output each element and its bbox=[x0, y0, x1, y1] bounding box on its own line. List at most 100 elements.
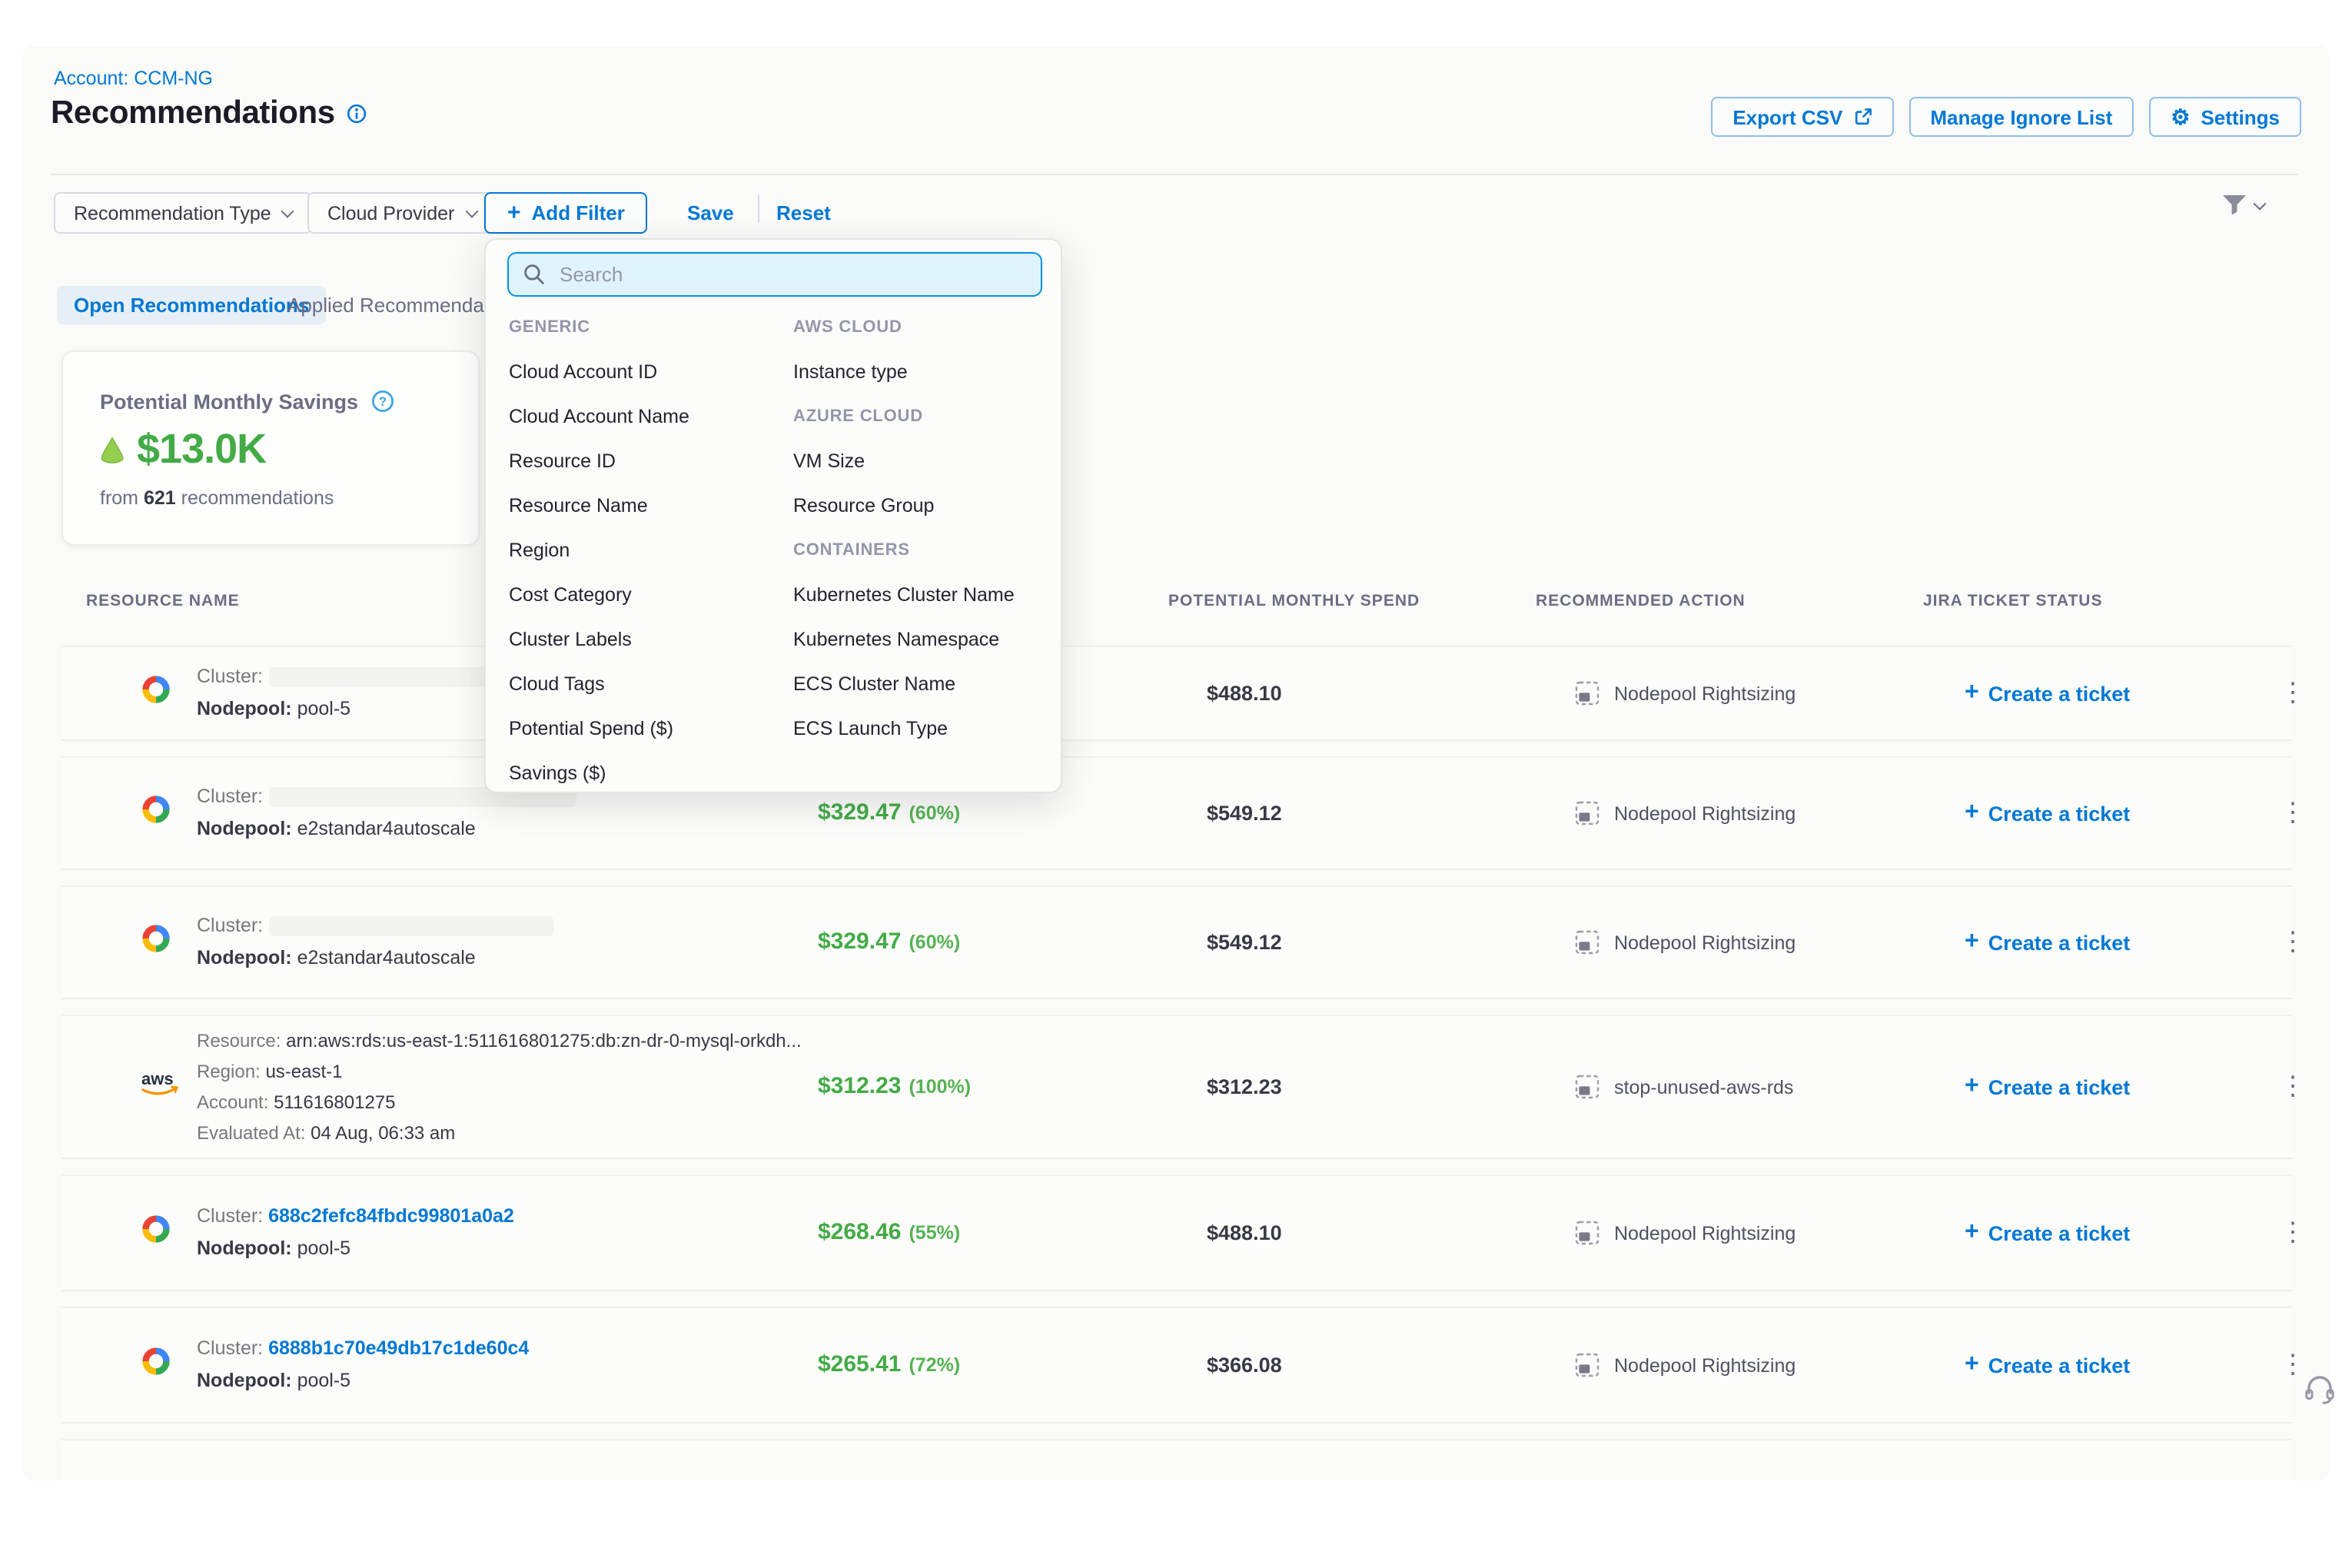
funnel-icon bbox=[2221, 194, 2247, 217]
filter-option[interactable]: Cloud Tags bbox=[509, 661, 782, 706]
rightsizing-icon bbox=[1574, 680, 1600, 706]
create-ticket-link[interactable]: +Create a ticket bbox=[1965, 930, 2130, 955]
filter-option[interactable]: ECS Launch Type bbox=[793, 706, 1055, 750]
row-menu-button[interactable]: ⋮ bbox=[2280, 1218, 2304, 1248]
row-menu-button[interactable]: ⋮ bbox=[2280, 1071, 2304, 1102]
info-icon[interactable] bbox=[346, 103, 367, 125]
filter-section-aws-cloud: AWS CLOUD bbox=[793, 304, 1055, 349]
recommendation-type-filter[interactable]: Recommendation Type bbox=[54, 192, 313, 234]
savings-card-title: Potential Monthly Savings bbox=[100, 390, 358, 413]
row-menu-button[interactable]: ⋮ bbox=[2280, 927, 2304, 958]
table-row[interactable]: aws Resource: arn:aws:rds:us-east-1:5116… bbox=[61, 1015, 2292, 1159]
table-row[interactable]: Cluster: 6888b1c70e49db17c1de60c4 Nodepo… bbox=[61, 1307, 2292, 1423]
rightsizing-icon bbox=[1574, 800, 1600, 826]
money-icon bbox=[97, 436, 128, 463]
chevron-down-icon bbox=[465, 204, 478, 218]
savings-subtitle: from 621 recommendations bbox=[100, 487, 334, 509]
help-icon[interactable]: ? bbox=[370, 389, 395, 414]
chevron-down-icon bbox=[281, 204, 294, 218]
create-ticket-link[interactable]: +Create a ticket bbox=[1965, 681, 2130, 706]
plus-icon: + bbox=[1965, 1221, 1979, 1245]
table-row[interactable]: Cluster: Nodepool: e2standar4autoscale $… bbox=[61, 756, 2292, 870]
svg-text:?: ? bbox=[379, 394, 387, 409]
savings-cell: $329.47(60%) bbox=[818, 799, 960, 827]
headset-icon bbox=[2301, 1371, 2338, 1408]
plus-icon: + bbox=[1965, 1075, 1979, 1099]
chevron-down-icon bbox=[2254, 197, 2267, 210]
reset-filter-button[interactable]: Reset bbox=[776, 201, 831, 224]
header-divider bbox=[51, 174, 2298, 175]
tab-open-recommendations[interactable]: Open Recommendations bbox=[57, 286, 326, 324]
cloud-provider-filter[interactable]: Cloud Provider bbox=[307, 192, 496, 234]
filter-section-containers: CONTAINERS bbox=[793, 527, 1055, 572]
plus-icon: + bbox=[1965, 801, 1979, 826]
filter-option[interactable]: ECS Cluster Name bbox=[793, 661, 1055, 706]
create-ticket-link[interactable]: +Create a ticket bbox=[1965, 1075, 2130, 1099]
col-header-resource-name: RESOURCE NAME bbox=[86, 592, 240, 610]
search-icon bbox=[523, 263, 546, 286]
manage-ignore-list-button[interactable]: Manage Ignore List bbox=[1909, 97, 2134, 137]
filter-option[interactable]: Kubernetes Cluster Name bbox=[793, 572, 1055, 616]
filter-option[interactable]: Resource Group bbox=[793, 483, 1055, 527]
filter-option[interactable]: Cost Category bbox=[509, 572, 782, 616]
recommended-action-cell: Nodepool Rightsizing bbox=[1574, 800, 1796, 826]
gcp-icon bbox=[138, 1211, 174, 1254]
spend-cell: $312.23 bbox=[1207, 1075, 1282, 1098]
table-row[interactable]: Cluster: Nodepool: pool-5 $488.10 Nodepo… bbox=[61, 646, 2292, 741]
rightsizing-icon bbox=[1574, 1352, 1600, 1378]
spend-cell: $488.10 bbox=[1207, 1221, 1282, 1244]
search-input[interactable] bbox=[507, 252, 1042, 297]
filter-funnel-button[interactable] bbox=[2221, 194, 2264, 217]
filter-option[interactable]: Kubernetes Namespace bbox=[793, 616, 1055, 661]
create-ticket-link[interactable]: +Create a ticket bbox=[1965, 1221, 2130, 1245]
filter-option[interactable]: Savings ($) bbox=[509, 750, 782, 795]
gcp-icon bbox=[138, 921, 174, 964]
rightsizing-icon bbox=[1574, 1074, 1600, 1100]
table-row[interactable]: Cluster: 688c2fefc84fbdc99801a0a2 Nodepo… bbox=[61, 1174, 2292, 1291]
create-ticket-link[interactable]: +Create a ticket bbox=[1965, 1353, 2130, 1377]
cluster-link[interactable]: 688c2fefc84fbdc99801a0a2 bbox=[268, 1205, 514, 1227]
filter-section-azure-cloud: AZURE CLOUD bbox=[793, 394, 1055, 438]
filter-option[interactable]: Cloud Account ID bbox=[509, 349, 782, 394]
export-csv-button[interactable]: Export CSV bbox=[1711, 97, 1893, 137]
account-breadcrumb[interactable]: Account: CCM-NG bbox=[54, 68, 213, 89]
gcp-icon bbox=[138, 672, 174, 715]
filter-option[interactable]: Potential Spend ($) bbox=[509, 706, 782, 750]
filter-option[interactable]: Resource Name bbox=[509, 483, 782, 527]
gcp-icon bbox=[138, 1344, 174, 1387]
spend-cell: $366.08 bbox=[1207, 1354, 1282, 1377]
row-menu-button[interactable]: ⋮ bbox=[2280, 798, 2304, 829]
resource-name-cell: Cluster: 688c2fefc84fbdc99801a0a2 Nodepo… bbox=[197, 1201, 514, 1265]
add-filter-button[interactable]: + Add Filter bbox=[484, 192, 648, 234]
filter-option[interactable]: VM Size bbox=[793, 438, 1055, 483]
savings-cell: $268.46(55%) bbox=[818, 1219, 960, 1247]
table-row[interactable]: Cluster: Nodepool: e2standar4autoscale $… bbox=[61, 885, 2292, 999]
row-menu-button[interactable]: ⋮ bbox=[2280, 678, 2304, 709]
create-ticket-link[interactable]: +Create a ticket bbox=[1965, 801, 2130, 826]
filter-option[interactable]: Cloud Account Name bbox=[509, 394, 782, 438]
gcp-icon bbox=[138, 1477, 174, 1480]
plus-icon: + bbox=[507, 201, 521, 224]
savings-cell: $329.47(60%) bbox=[818, 929, 960, 956]
filter-option[interactable]: Cluster Labels bbox=[509, 616, 782, 661]
recommendations-page: Account: CCM-NG Recommendations Export C… bbox=[0, 0, 2352, 1568]
settings-label: Settings bbox=[2201, 105, 2280, 128]
rightsizing-icon bbox=[1574, 929, 1600, 955]
redacted-cluster-name bbox=[268, 916, 553, 936]
filter-option[interactable]: Resource ID bbox=[509, 438, 782, 483]
content-area: Account: CCM-NG Recommendations Export C… bbox=[23, 46, 2329, 1480]
col-header-jira-ticket-status: JIRA TICKET STATUS bbox=[1923, 592, 2102, 610]
savings-cell: $265.41(72%) bbox=[818, 1351, 960, 1379]
settings-button[interactable]: ⚙ Settings bbox=[2149, 97, 2301, 137]
spend-cell: $549.12 bbox=[1207, 802, 1282, 825]
support-button[interactable] bbox=[2301, 1371, 2338, 1416]
manage-ignore-list-label: Manage Ignore List bbox=[1930, 105, 2112, 128]
divider bbox=[758, 195, 759, 223]
filter-option[interactable]: Instance type bbox=[793, 349, 1055, 394]
table-row[interactable]: Cluster: 6886e92f59a48cad86b5b1c6 $244.0… bbox=[61, 1439, 2292, 1480]
aws-icon: aws bbox=[138, 1068, 181, 1106]
resource-name-cell: Cluster: Nodepool: pool-5 bbox=[197, 661, 522, 726]
filter-option[interactable]: Region bbox=[509, 527, 782, 572]
cluster-link[interactable]: 6888b1c70e49db17c1de60c4 bbox=[268, 1337, 529, 1359]
save-filter-button[interactable]: Save bbox=[687, 201, 734, 224]
